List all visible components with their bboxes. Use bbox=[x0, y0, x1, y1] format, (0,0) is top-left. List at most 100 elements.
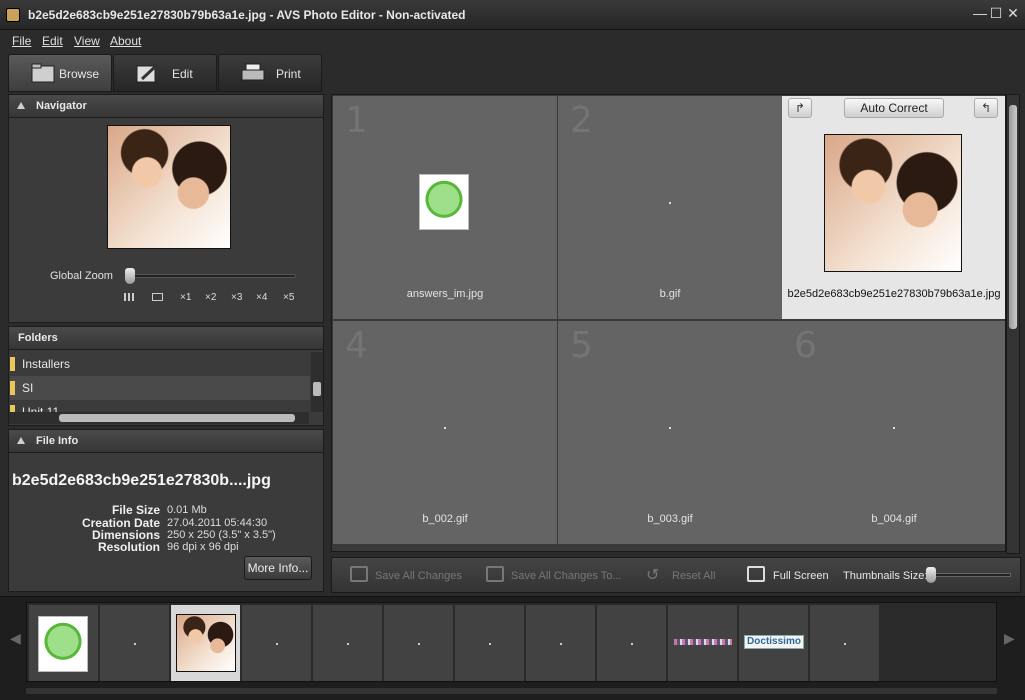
thumbnail-image bbox=[444, 427, 446, 429]
menu-file[interactable]: File bbox=[12, 34, 31, 48]
filmstrip-scrollbar[interactable] bbox=[26, 688, 997, 694]
save-all-changes-to-button[interactable]: Save All Changes To... bbox=[511, 570, 621, 582]
thumbnails-size-slider[interactable] bbox=[926, 567, 936, 583]
thumbnail-image bbox=[276, 643, 278, 645]
filmstrip-left-arrow-icon[interactable]: ◀ bbox=[10, 630, 21, 647]
film-thumb[interactable] bbox=[313, 605, 383, 681]
auto-correct-button[interactable]: Auto Correct bbox=[844, 98, 944, 118]
creation-date-value: 27.04.2011 05:44:30 bbox=[167, 517, 268, 529]
actual-size-icon[interactable] bbox=[152, 293, 163, 301]
zoom-x3[interactable]: ×3 bbox=[231, 292, 242, 303]
tab-browse-label: Browse bbox=[59, 67, 100, 81]
filmstrip-right-arrow-icon[interactable]: ▶ bbox=[1004, 630, 1015, 647]
menu-view[interactable]: View bbox=[74, 34, 100, 48]
close-button[interactable]: ✕ bbox=[1006, 6, 1020, 20]
maximize-button[interactable]: ☐ bbox=[989, 6, 1003, 20]
navigator-header[interactable]: Navigator bbox=[8, 94, 324, 118]
thumbnail-image bbox=[418, 643, 420, 645]
zoom-x2[interactable]: ×2 bbox=[205, 292, 216, 303]
folders-header[interactable]: Folders bbox=[8, 326, 324, 350]
film-thumb-selected[interactable] bbox=[171, 605, 241, 681]
menu-edit[interactable]: Edit bbox=[42, 34, 63, 48]
cell-number: 5 bbox=[570, 325, 593, 366]
thumbnail-image bbox=[844, 643, 846, 645]
tab-edit-label: Edit bbox=[172, 67, 193, 81]
global-zoom-slider[interactable] bbox=[125, 268, 135, 284]
grid-cell[interactable]: 2 b.gif bbox=[558, 96, 782, 319]
film-thumb[interactable] bbox=[242, 605, 312, 681]
navigator-title: Navigator bbox=[36, 100, 87, 112]
rotate-left-icon[interactable]: ↰ bbox=[974, 98, 998, 118]
film-thumb[interactable]: Doctissimo bbox=[739, 605, 809, 681]
save-all-changes-button[interactable]: Save All Changes bbox=[375, 570, 462, 582]
zoom-x4[interactable]: ×4 bbox=[256, 292, 267, 303]
menu-about[interactable]: About bbox=[110, 34, 141, 48]
thumbnail-image bbox=[176, 614, 236, 672]
thumbnail-grid: 1 answers_im.jpg 2 b.gif ↱ Auto Correct … bbox=[331, 94, 1006, 552]
tab-print[interactable]: Print bbox=[218, 54, 322, 92]
film-thumb[interactable] bbox=[384, 605, 454, 681]
dimensions-value: 250 x 250 (3.5" x 3.5") bbox=[167, 529, 276, 541]
thumbnail-image bbox=[347, 643, 349, 645]
hscroll-thumb[interactable] bbox=[59, 414, 295, 422]
reset-all-button[interactable]: Reset All bbox=[672, 570, 715, 582]
folders-title: Folders bbox=[18, 332, 58, 344]
tab-browse[interactable]: Browse bbox=[8, 54, 112, 92]
folders-hscroll[interactable] bbox=[9, 412, 309, 424]
film-thumb[interactable] bbox=[29, 605, 99, 681]
tab-print-label: Print bbox=[276, 67, 301, 81]
zoom-x1[interactable]: ×1 bbox=[180, 292, 191, 303]
grid-cell-selected[interactable]: ↱ Auto Correct ↰ b2e5d2e683cb9e251e27830… bbox=[782, 96, 1005, 319]
folder-item[interactable]: Installers bbox=[10, 352, 310, 376]
film-thumb[interactable] bbox=[526, 605, 596, 681]
folder-item-selected[interactable]: SI bbox=[10, 376, 310, 400]
cell-number: 2 bbox=[570, 100, 593, 141]
file-info-header[interactable]: File Info bbox=[8, 429, 324, 453]
doctissimo-logo: Doctissimo bbox=[744, 635, 804, 649]
thumbnail-image bbox=[560, 643, 562, 645]
scroll-thumb[interactable] bbox=[313, 382, 321, 396]
file-info-title: File Info bbox=[36, 435, 79, 447]
grid-cell[interactable]: 6 b_004.gif bbox=[782, 321, 1005, 544]
cell-filename: b_002.gif bbox=[422, 513, 468, 525]
thumbnail-image bbox=[669, 427, 671, 429]
film-thumb[interactable] bbox=[100, 605, 170, 681]
resolution-value: 96 dpi x 96 dpi bbox=[167, 541, 239, 553]
menu-bar: File Edit View About bbox=[0, 30, 1025, 52]
thumbnails-size-track[interactable] bbox=[931, 573, 1011, 577]
film-thumb[interactable] bbox=[597, 605, 667, 681]
navigator-preview[interactable] bbox=[107, 125, 231, 249]
folder-label: Installers bbox=[22, 357, 71, 371]
save-icon bbox=[350, 566, 368, 582]
thumbnail-image bbox=[669, 202, 671, 204]
save-to-icon bbox=[486, 566, 504, 582]
full-screen-button[interactable]: Full Screen bbox=[773, 570, 829, 582]
banner-thumbnail-image bbox=[674, 639, 732, 645]
resolution-label: Resolution bbox=[98, 540, 160, 554]
grid-cell[interactable]: 5 b_003.gif bbox=[558, 321, 782, 544]
film-thumb[interactable] bbox=[810, 605, 880, 681]
rotate-right-icon[interactable]: ↱ bbox=[788, 98, 812, 118]
app-icon bbox=[6, 8, 20, 22]
window-title: b2e5d2e683cb9e251e27830b79b63a1e.jpg - A… bbox=[28, 8, 466, 22]
tab-edit[interactable]: Edit bbox=[113, 54, 217, 92]
cell-filename: b_003.gif bbox=[647, 513, 693, 525]
zoom-x5[interactable]: ×5 bbox=[283, 292, 294, 303]
grid-cell[interactable]: 1 answers_im.jpg bbox=[333, 96, 557, 319]
thumbnails-size-label: Thumbnails Size: bbox=[843, 570, 928, 582]
film-thumb[interactable] bbox=[455, 605, 525, 681]
folder-label: SI bbox=[22, 381, 34, 395]
more-info-button[interactable]: More Info... bbox=[244, 556, 312, 580]
grid-vscroll[interactable] bbox=[1006, 94, 1020, 554]
film-thumb[interactable] bbox=[668, 605, 738, 681]
title-bar: b2e5d2e683cb9e251e27830b79b63a1e.jpg - A… bbox=[0, 0, 1025, 30]
folder-icon bbox=[10, 357, 15, 371]
fit-grid-icon[interactable] bbox=[124, 293, 134, 301]
scroll-thumb[interactable] bbox=[1009, 105, 1017, 329]
cell-filename: b.gif bbox=[659, 288, 681, 300]
folders-vscroll[interactable] bbox=[311, 352, 323, 412]
minimize-button[interactable]: — bbox=[973, 6, 987, 20]
thumbnail-image bbox=[824, 134, 962, 272]
grid-cell[interactable]: 4 b_002.gif bbox=[333, 321, 557, 544]
global-zoom-track[interactable] bbox=[128, 274, 296, 278]
